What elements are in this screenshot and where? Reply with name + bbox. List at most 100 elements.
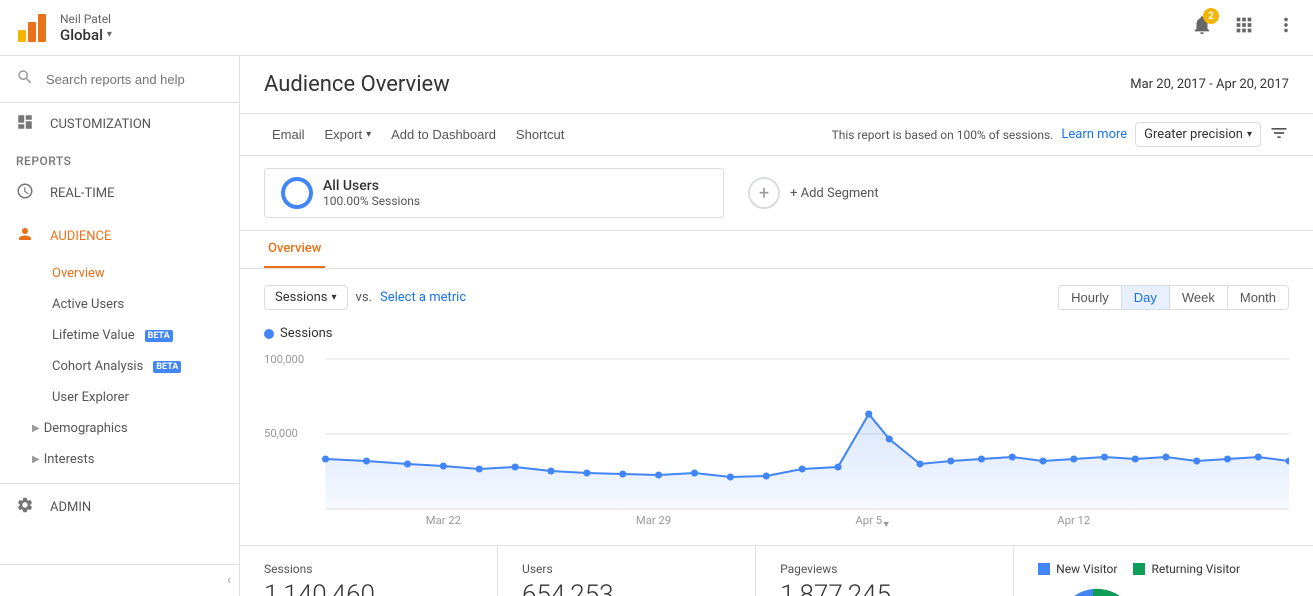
segments-row: All Users 100.00% Sessions + + Add Segme… [240, 156, 1313, 231]
toolbar-right: This report is based on 100% of sessions… [832, 122, 1289, 147]
precision-dropdown[interactable]: Greater precision ▾ [1135, 122, 1261, 147]
chart-left-controls: Sessions ▾ vs. Select a metric [264, 285, 466, 310]
sidebar-sub-item-overview[interactable]: Overview [0, 258, 239, 289]
time-btn-hourly[interactable]: Hourly [1059, 286, 1122, 309]
user-info: Neil Patel Global ▾ [60, 12, 112, 44]
property-dropdown-arrow: ▾ [107, 29, 112, 40]
interests-expand-icon: ▶ [32, 454, 40, 465]
sidebar-item-admin[interactable]: ADMIN [0, 483, 239, 529]
customization-icon [16, 113, 34, 136]
stat-users: Users 654,253 [498, 546, 756, 596]
new-visitor-legend: New Visitor [1038, 562, 1117, 576]
segment-all-users[interactable]: All Users 100.00% Sessions [264, 168, 724, 218]
stat-visitor-type: New Visitor Returning Visitor [1014, 546, 1313, 596]
stat-pageviews-label: Pageviews [780, 562, 989, 576]
visitor-type-pie-chart [1038, 584, 1148, 596]
sessions-legend-dot [264, 329, 274, 339]
new-visitor-color [1038, 563, 1050, 575]
chart-section: Sessions ▾ vs. Select a metric Hourly Da… [240, 269, 1313, 545]
top-header: Neil Patel Global ▾ 2 [0, 0, 1313, 56]
apps-grid-icon[interactable] [1233, 14, 1255, 41]
user-name: Neil Patel [60, 12, 112, 26]
admin-label: ADMIN [50, 500, 91, 515]
sessions-chart: 100,000 50,000 Mar 22 Mar 29 Apr 5 Apr 1… [264, 349, 1289, 529]
main-layout: CUSTOMIZATION Reports REAL-TIME AUDIENCE… [0, 56, 1313, 596]
sidebar-item-real-time[interactable]: REAL-TIME [0, 172, 239, 215]
ga-logo-icon [16, 12, 48, 44]
report-info: This report is based on 100% of sessions… [832, 128, 1054, 142]
property-dropdown[interactable]: Global ▾ [60, 26, 112, 44]
sidebar-sub-item-cohort-analysis[interactable]: Cohort Analysis BETA [0, 351, 239, 382]
sidebar: CUSTOMIZATION Reports REAL-TIME AUDIENCE… [0, 56, 240, 596]
time-btn-month[interactable]: Month [1228, 286, 1288, 309]
tab-overview[interactable]: Overview [264, 231, 325, 268]
chart-legend: Sessions [264, 326, 1289, 341]
time-buttons: Hourly Day Week Month [1058, 285, 1289, 310]
admin-icon [16, 496, 34, 519]
realtime-icon [16, 182, 34, 205]
sidebar-item-audience[interactable]: AUDIENCE [0, 215, 239, 258]
more-options-icon[interactable] [1275, 14, 1297, 41]
filter-icon[interactable] [1269, 123, 1289, 147]
header-right: 2 [1191, 14, 1297, 41]
sidebar-item-demographics[interactable]: ▶ Demographics [0, 413, 239, 444]
interests-label: Interests [44, 452, 95, 467]
svg-text:50,000: 50,000 [264, 427, 298, 440]
sidebar-item-customization[interactable]: CUSTOMIZATION [0, 103, 239, 146]
segment-sub: 100.00% Sessions [323, 194, 420, 208]
sessions-legend-label: Sessions [280, 326, 333, 341]
sidebar-collapse-button[interactable]: ‹ [0, 564, 239, 596]
time-btn-week[interactable]: Week [1170, 286, 1228, 309]
sidebar-search [0, 56, 239, 103]
learn-more-link[interactable]: Learn more [1061, 127, 1127, 142]
chart-controls: Sessions ▾ vs. Select a metric Hourly Da… [264, 285, 1289, 310]
svg-text:Apr 12: Apr 12 [1057, 514, 1090, 527]
time-btn-day[interactable]: Day [1122, 286, 1170, 309]
audience-icon [16, 225, 34, 248]
segment-name: All Users [323, 178, 420, 194]
demographics-expand-icon: ▶ [32, 423, 40, 434]
svg-text:Apr 5: Apr 5 [855, 514, 882, 527]
new-visitor-label: New Visitor [1056, 562, 1117, 576]
add-segment-circle: + [748, 177, 780, 209]
sidebar-item-interests[interactable]: ▶ Interests [0, 444, 239, 475]
metric-dropdown[interactable]: Sessions ▾ [264, 285, 348, 310]
returning-visitor-color [1133, 563, 1145, 575]
sidebar-sub-item-active-users[interactable]: Active Users [0, 289, 239, 320]
realtime-label: REAL-TIME [50, 186, 115, 201]
add-dashboard-button[interactable]: Add to Dashboard [383, 123, 504, 146]
sidebar-sub-item-lifetime-value[interactable]: Lifetime Value BETA [0, 320, 239, 351]
stat-users-value: 654,253 [522, 580, 731, 596]
sidebar-sub-item-user-explorer[interactable]: User Explorer [0, 382, 239, 413]
email-button[interactable]: Email [264, 123, 313, 146]
svg-text:Mar 22: Mar 22 [426, 514, 461, 527]
stat-sessions-value: 1,140,460 [264, 580, 473, 596]
segment-circle [281, 177, 313, 209]
export-button[interactable]: Export ▾ [317, 123, 380, 146]
search-input[interactable] [46, 72, 223, 87]
content-area: Audience Overview Mar 20, 2017 - Apr 20,… [240, 56, 1313, 596]
returning-visitor-legend: Returning Visitor [1133, 562, 1240, 576]
stats-row: Sessions 1,140,460 Users 654,253 P [240, 545, 1313, 596]
notification-badge: 2 [1203, 8, 1219, 24]
date-range: Mar 20, 2017 - Apr 20, 2017 [1130, 77, 1289, 92]
vs-label: vs. [356, 290, 372, 305]
page-title: Audience Overview [264, 72, 450, 97]
toolbar: Email Export ▾ Add to Dashboard Shortcut… [240, 114, 1313, 156]
customization-label: CUSTOMIZATION [50, 117, 151, 132]
header-left: Neil Patel Global ▾ [16, 12, 112, 44]
shortcut-button[interactable]: Shortcut [508, 123, 572, 146]
svg-text:▼: ▼ [882, 520, 891, 529]
stat-users-label: Users [522, 562, 731, 576]
lifetime-value-beta-badge: BETA [145, 330, 173, 342]
cohort-analysis-beta-badge: BETA [153, 361, 181, 373]
add-segment-button[interactable]: + + Add Segment [732, 169, 895, 217]
demographics-label: Demographics [44, 421, 128, 436]
stat-pageviews-value: 1,877,245 [780, 580, 989, 596]
tab-row: Overview [240, 231, 1313, 269]
stat-sessions-label: Sessions [264, 562, 473, 576]
returning-visitor-label: Returning Visitor [1151, 562, 1240, 576]
svg-text:Mar 29: Mar 29 [636, 514, 671, 527]
notification-icon[interactable]: 2 [1191, 14, 1213, 41]
select-metric-link[interactable]: Select a metric [380, 290, 466, 305]
